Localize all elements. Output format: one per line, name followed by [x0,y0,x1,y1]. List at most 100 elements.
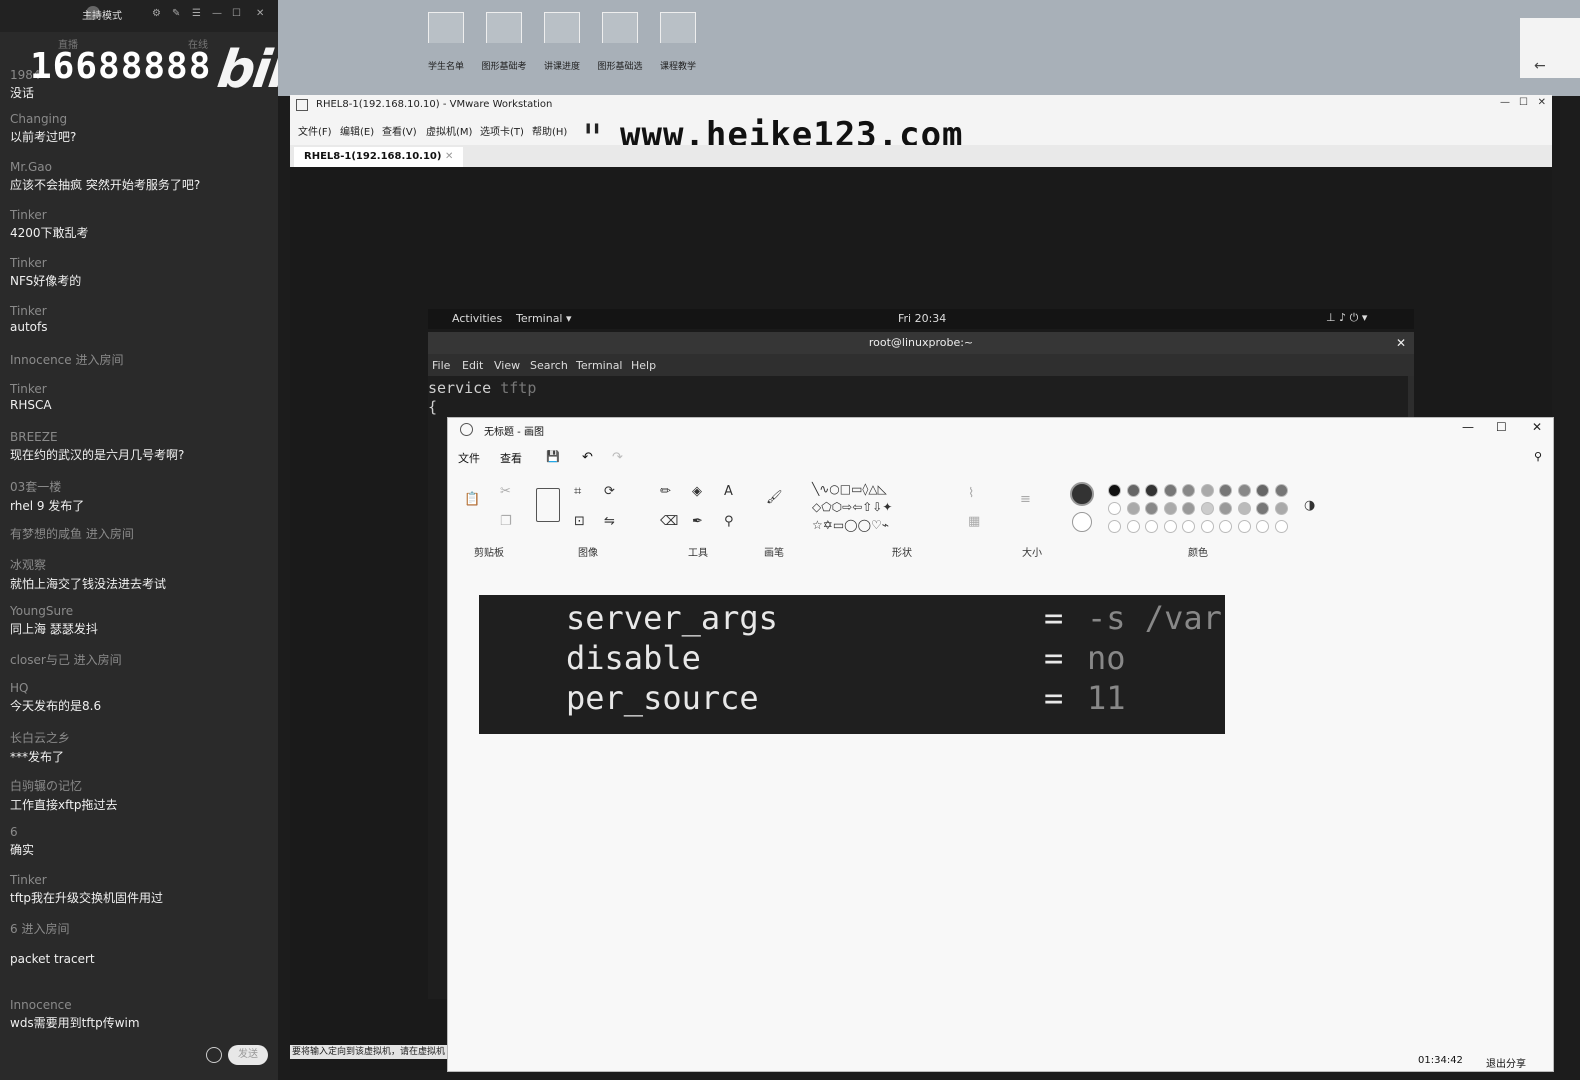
color-swatch[interactable] [1237,520,1251,533]
color-swatch[interactable] [1219,520,1232,533]
emoji-icon[interactable] [206,1047,222,1063]
color-swatch[interactable] [1256,502,1269,515]
shapes-row1[interactable]: ╲∿○□▭◊△◺ [812,482,887,496]
close-icon[interactable]: ✕ [1532,420,1542,434]
terminal-menu-search[interactable]: Search [530,359,568,372]
color-swatch[interactable] [1200,502,1214,515]
app-menu-terminal[interactable]: Terminal ▾ [516,312,572,325]
menu-icon[interactable]: ☰ [192,8,201,19]
undo-icon[interactable]: ↶ [582,450,593,465]
maximize-icon[interactable]: ☐ [232,8,241,19]
paint-menu-file[interactable]: 文件 [458,450,480,466]
chat-username[interactable]: Tinker [10,873,270,887]
color-swatch[interactable] [1108,484,1121,497]
paint-menu-view[interactable]: 查看 [500,450,522,466]
activities-button[interactable]: Activities [452,312,502,325]
color-swatch[interactable] [1163,502,1177,515]
color-swatch[interactable] [1145,520,1158,533]
eraser-icon[interactable]: ⌫ [660,514,678,529]
color-swatch[interactable] [1108,502,1121,515]
chat-username[interactable]: 白驹辗の记忆 [10,777,270,794]
tab-close-icon[interactable]: ✕ [445,151,453,162]
chat-username[interactable]: HQ [10,681,270,695]
shapes-row2[interactable]: ◇⬠⬡⇨⇦⇧⇩✦ [812,500,892,514]
size-icon[interactable]: ≡ [1020,492,1031,507]
exit-share-button[interactable]: 退出分享 [1486,1055,1526,1070]
menu-file[interactable]: 文件(F) [298,123,332,138]
text-icon[interactable]: A [724,484,733,499]
color-swatch[interactable] [1256,520,1269,533]
color-swatch[interactable] [1126,502,1140,515]
chat-username[interactable]: Tinker [10,256,270,270]
color-swatch[interactable] [1145,502,1158,515]
fill-style-icon[interactable]: ▦ [968,514,980,529]
chat-username[interactable]: BREEZE [10,430,270,444]
minimize-icon[interactable]: — [1462,420,1474,434]
resize-icon[interactable]: ⊡ [574,514,585,529]
menu-edit[interactable]: 编辑(E) [340,123,374,138]
pause-icon[interactable]: ❚❚ [584,123,601,134]
desktop-shortcut[interactable]: 图形基础选 [592,12,648,72]
outline-icon[interactable]: ⌇ [968,486,974,501]
color-swatch[interactable] [1219,502,1232,515]
edit-colors-icon[interactable]: ◑ [1304,498,1315,513]
chat-username[interactable]: Mr.Gao [10,160,270,174]
minimize-icon[interactable]: — [212,8,222,19]
send-button[interactable]: 发送 [228,1045,268,1065]
desktop-shortcut[interactable]: 图形基础考 [476,12,532,72]
menu-vm[interactable]: 虚拟机(M) [426,123,472,138]
system-menu[interactable]: ⊥ ♪ ⏻ ▾ [1326,311,1367,325]
color-swatch[interactable] [1200,520,1214,533]
color-swatch[interactable] [1237,502,1251,515]
color-swatch[interactable] [1219,484,1232,497]
color-swatch[interactable] [1274,502,1288,515]
desktop-shortcut[interactable]: 讲课进度 [534,12,590,72]
terminal-menu-file[interactable]: File [432,359,450,372]
pasted-screenshot[interactable]: server_args = -s /var disable = no per_s… [479,595,1225,734]
paste-icon[interactable]: 📋 [464,492,480,507]
color-swatch[interactable] [1163,520,1177,533]
color-swatch[interactable] [1274,484,1288,497]
color-swatch[interactable] [1182,520,1195,533]
color-swatch[interactable] [1200,484,1214,497]
color-swatch[interactable] [1126,520,1140,533]
chat-username[interactable]: 冰观察 [10,556,270,573]
fill-icon[interactable]: ◈ [692,484,702,499]
primary-color[interactable] [1070,482,1094,506]
terminal-menu-view[interactable]: View [494,359,520,372]
terminal-menu-edit[interactable]: Edit [462,359,483,372]
share-icon[interactable]: ⚲ [1534,450,1542,463]
color-swatch[interactable] [1237,484,1251,497]
clock[interactable]: Fri 20:34 [898,312,946,325]
color-swatch[interactable] [1145,484,1158,497]
color-swatch[interactable] [1182,502,1195,515]
pencil-icon[interactable]: ✏ [660,484,671,499]
terminal-menu-help[interactable]: Help [631,359,656,372]
crop-icon[interactable]: ⌗ [574,484,581,499]
tab-vm[interactable]: RHEL8-1(192.168.10.10) ✕ [294,147,464,167]
chat-username[interactable]: Tinker [10,382,270,396]
chat-username[interactable]: Changing [10,112,270,126]
desktop-shortcut[interactable]: 学生名单 [418,12,474,72]
terminal-menu-terminal[interactable]: Terminal [576,359,623,372]
chat-username[interactable]: 长白云之乡 [10,729,270,746]
magnifier-icon[interactable]: ⚲ [724,514,734,529]
color-swatch[interactable] [1274,520,1288,533]
chat-username[interactable]: Tinker [10,304,270,318]
maximize-icon[interactable]: ☐ [1519,97,1528,108]
color-picker-icon[interactable]: ✒ [692,514,703,529]
color-swatch[interactable] [1108,520,1121,533]
desktop-shortcut[interactable]: 课程教学 [650,12,706,72]
color-swatch[interactable] [1126,484,1140,497]
menu-view[interactable]: 查看(V) [382,123,417,138]
secondary-color[interactable] [1072,512,1092,532]
chat-username[interactable]: 6 [10,825,270,839]
redo-icon[interactable]: ↷ [612,450,623,465]
close-icon[interactable]: ✕ [256,8,264,19]
close-icon[interactable]: ✕ [1396,336,1406,350]
save-icon[interactable]: 💾 [546,450,560,463]
flip-icon[interactable]: ⇋ [604,514,615,529]
select-icon[interactable] [536,488,560,522]
edit-icon[interactable]: ✎ [172,8,180,19]
rotate-icon[interactable]: ⟳ [604,484,615,499]
